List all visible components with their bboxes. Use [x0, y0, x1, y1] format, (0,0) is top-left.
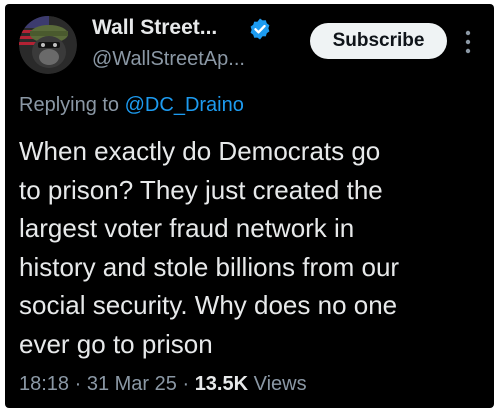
tweet-line: social security. Why does no one — [19, 290, 398, 320]
meta-separator: · — [69, 373, 87, 395]
display-name[interactable]: Wall Street... — [92, 16, 217, 40]
tweet-date[interactable]: 31 Mar 25 — [87, 373, 177, 395]
tweet-line: history and stole billions from our — [19, 251, 400, 282]
avatar[interactable] — [19, 16, 77, 74]
more-vertical-icon[interactable] — [461, 28, 475, 56]
tweet-line: When exactly do Democrats go — [19, 136, 381, 166]
tweet-line: ever go to prison — [19, 328, 213, 359]
tweet-line: to prison? They just created the — [19, 174, 383, 205]
tweet-meta: 18:18 · 31 Mar 25 · 13.5K Views — [19, 373, 307, 396]
tweet-text: When exactly do Democrats go to prison? … — [19, 132, 489, 363]
replying-to-prefix: Replying to — [19, 94, 125, 116]
gorilla-avatar-icon — [19, 16, 77, 74]
tweet-time[interactable]: 18:18 — [19, 373, 69, 395]
verified-badge-icon — [250, 18, 270, 40]
subscribe-button[interactable]: Subscribe — [310, 23, 447, 59]
replying-to: Replying to @DC_Draino — [19, 94, 244, 117]
handle[interactable]: @WallStreetAp... — [92, 48, 245, 71]
tweet-line: largest voter fraud network in — [19, 213, 355, 243]
views-count: 13.5K — [194, 373, 249, 395]
tweet-card: Wall Street... @WallStreetAp... Subscrib… — [5, 4, 494, 408]
reply-target-link[interactable]: @DC_Draino — [125, 94, 244, 116]
meta-separator: · — [176, 373, 195, 395]
views-label: Views — [248, 373, 307, 395]
